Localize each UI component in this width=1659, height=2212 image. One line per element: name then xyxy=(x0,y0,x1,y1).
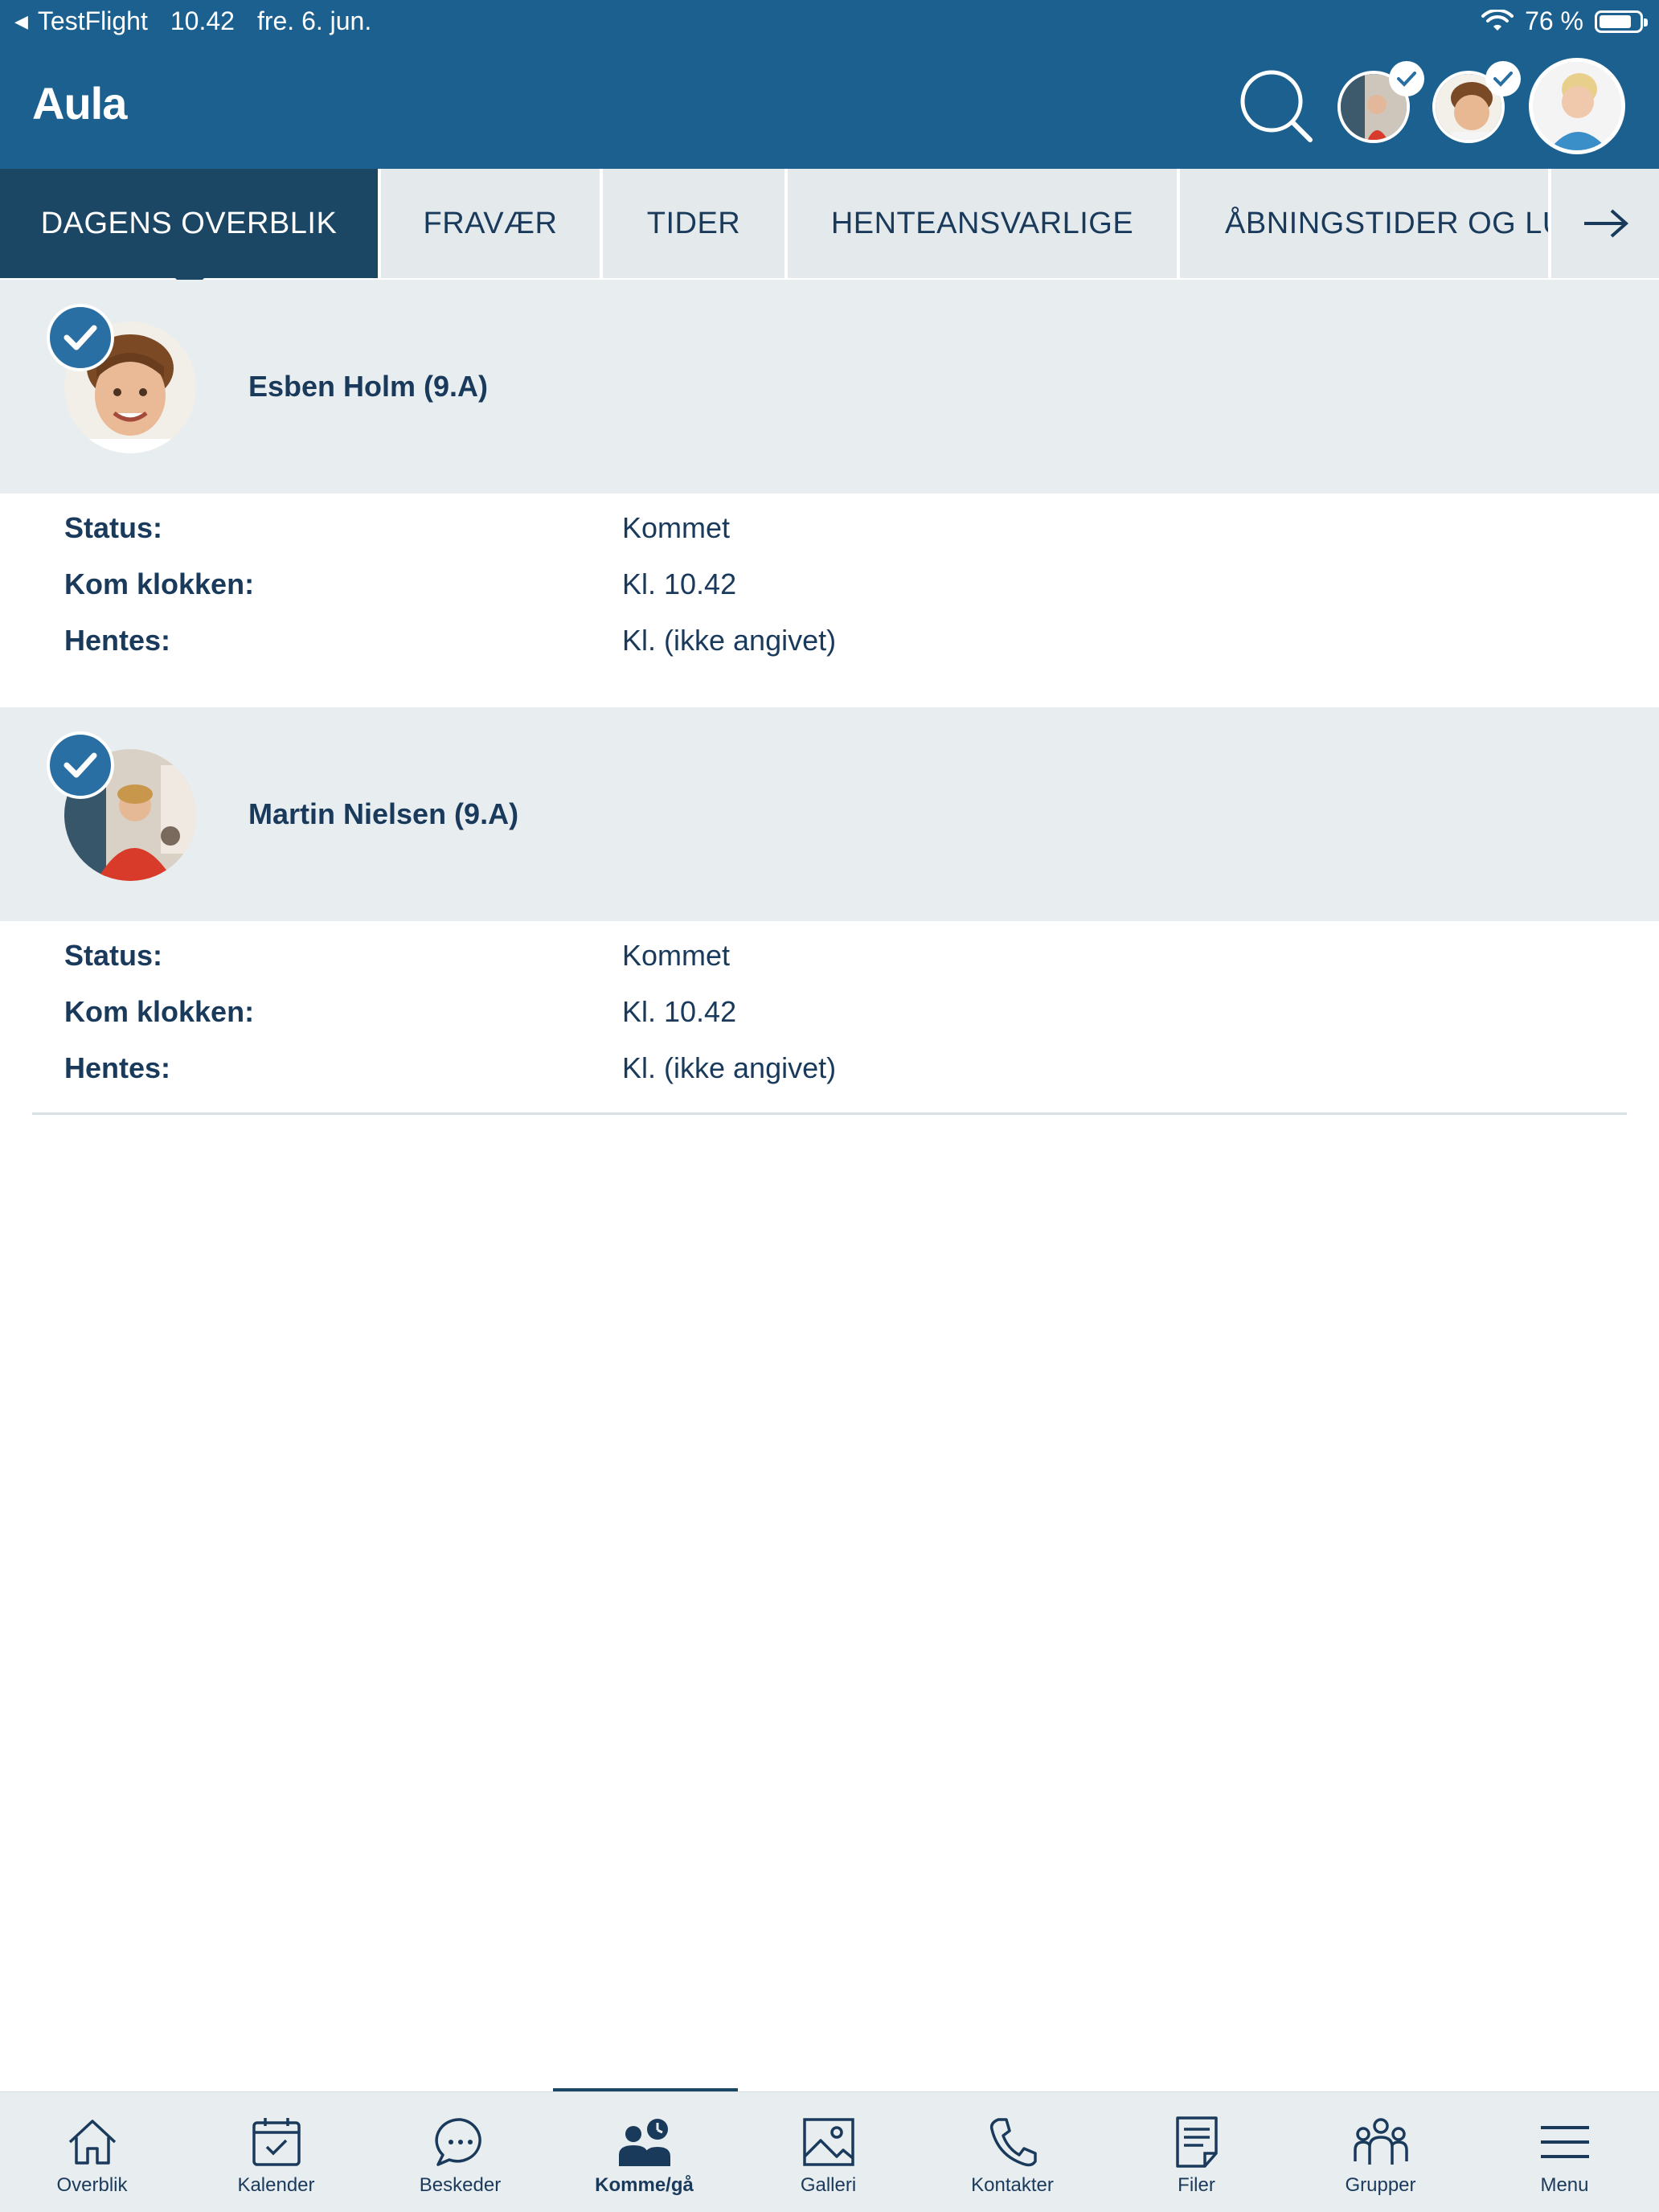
nav-label: Komme/gå xyxy=(595,2174,694,2196)
search-icon[interactable] xyxy=(1238,68,1315,145)
tab-henteansvarlige[interactable]: HENTEANSVARLIGE xyxy=(788,169,1180,278)
nav-menu[interactable]: Menu xyxy=(1473,2092,1657,2212)
child-name: Esben Holm (9.A) xyxy=(248,370,489,403)
wifi-icon xyxy=(1481,9,1514,31)
battery-percent: 76 % xyxy=(1525,6,1583,35)
info-value: Kl. 10.42 xyxy=(622,567,737,600)
nav-label: Kontakter xyxy=(971,2174,1054,2196)
info-value: Kommet xyxy=(622,511,731,544)
info-label: Hentes: xyxy=(64,1051,171,1084)
info-row-status: Status: Kommet xyxy=(64,511,1591,559)
people-clock-icon xyxy=(618,2119,670,2166)
nav-kalender[interactable]: Kalender xyxy=(184,2092,368,2212)
back-triangle-icon[interactable]: ◀ xyxy=(14,11,28,32)
info-row-arrival: Kom klokken: Kl. 10.42 xyxy=(64,567,1591,616)
child-card-header[interactable]: Esben Holm (9.A) xyxy=(0,280,1659,494)
status-time: 10.42 xyxy=(170,6,235,35)
info-label: Kom klokken: xyxy=(64,567,255,600)
phone-icon xyxy=(989,2118,1037,2167)
nav-label: Filer xyxy=(1178,2174,1215,2196)
tab-dagens-overblik[interactable]: DAGENS OVERBLIK xyxy=(0,169,381,278)
info-label: Status: xyxy=(64,939,163,972)
group-icon xyxy=(1353,2118,1408,2165)
nav-filer[interactable]: Filer xyxy=(1104,2092,1288,2212)
bottom-nav: Overblik Kalender Beskeder Komme/gå Gall… xyxy=(0,2091,1659,2212)
info-label: Status: xyxy=(64,511,163,544)
nav-overblik[interactable]: Overblik xyxy=(0,2092,184,2212)
child-card-header[interactable]: Martin Nielsen (9.A) xyxy=(0,707,1659,921)
nav-label: Galleri xyxy=(800,2174,857,2196)
tab-bar: DAGENS OVERBLIK FRAVÆR TIDER HENTEANSVAR… xyxy=(0,169,1659,278)
nav-label: Menu xyxy=(1540,2174,1589,2196)
arrow-right-icon xyxy=(1584,209,1629,238)
nav-komme-gaa[interactable]: Komme/gå xyxy=(552,2092,736,2212)
check-icon xyxy=(1485,61,1521,96)
tab-aabningstider[interactable]: ÅBNINGSTIDER OG LU xyxy=(1180,169,1548,278)
nav-label: Kalender xyxy=(237,2174,315,2196)
info-label: Hentes: xyxy=(64,624,171,657)
divider xyxy=(32,1112,1627,1115)
info-value: Kommet xyxy=(622,939,731,972)
menu-icon xyxy=(1540,2126,1589,2158)
nav-kontakter[interactable]: Kontakter xyxy=(920,2092,1104,2212)
check-icon xyxy=(1389,61,1424,96)
nav-galleri[interactable]: Galleri xyxy=(736,2092,920,2212)
nav-grupper[interactable]: Grupper xyxy=(1288,2092,1473,2212)
info-row-pickup: Hentes: Kl. (ikke angivet) xyxy=(64,1051,1591,1100)
checked-in-icon xyxy=(47,731,114,799)
info-row-pickup: Hentes: Kl. (ikke angivet) xyxy=(64,624,1591,672)
nav-label: Beskeder xyxy=(419,2174,502,2196)
nav-label: Overblik xyxy=(56,2174,128,2196)
info-row-arrival: Kom klokken: Kl. 10.42 xyxy=(64,995,1591,1043)
tabs-scroll-right-arrow[interactable] xyxy=(1548,169,1659,278)
chat-icon xyxy=(434,2118,481,2166)
aula-logo: Aula xyxy=(32,78,127,129)
status-date: fre. 6. jun. xyxy=(256,6,372,35)
info-row-status: Status: Kommet xyxy=(64,939,1591,987)
user-avatar[interactable] xyxy=(1529,58,1625,154)
info-value: Kl. (ikke angivet) xyxy=(622,624,837,657)
checked-in-icon xyxy=(47,304,114,371)
document-icon xyxy=(1175,2116,1218,2168)
nav-beskeder[interactable]: Beskeder xyxy=(368,2092,552,2212)
info-value: Kl. 10.42 xyxy=(622,995,737,1028)
child-name: Martin Nielsen (9.A) xyxy=(248,797,519,830)
back-app-label[interactable]: TestFlight xyxy=(38,6,148,36)
nav-label: Grupper xyxy=(1345,2174,1416,2196)
tab-fravaer[interactable]: FRAVÆR xyxy=(381,169,603,278)
battery-icon xyxy=(1595,10,1648,33)
status-bar: ◀ TestFlight 10.42 fre. 6. jun. 76 % xyxy=(0,6,1659,42)
tab-tider[interactable]: TIDER xyxy=(603,169,788,278)
info-label: Kom klokken: xyxy=(64,995,255,1028)
image-icon xyxy=(802,2118,854,2166)
app-header: ◀ TestFlight 10.42 fre. 6. jun. 76 % Aul… xyxy=(0,0,1659,169)
info-value: Kl. (ikke angivet) xyxy=(622,1051,837,1084)
home-icon xyxy=(68,2120,116,2165)
calendar-icon xyxy=(252,2118,301,2166)
